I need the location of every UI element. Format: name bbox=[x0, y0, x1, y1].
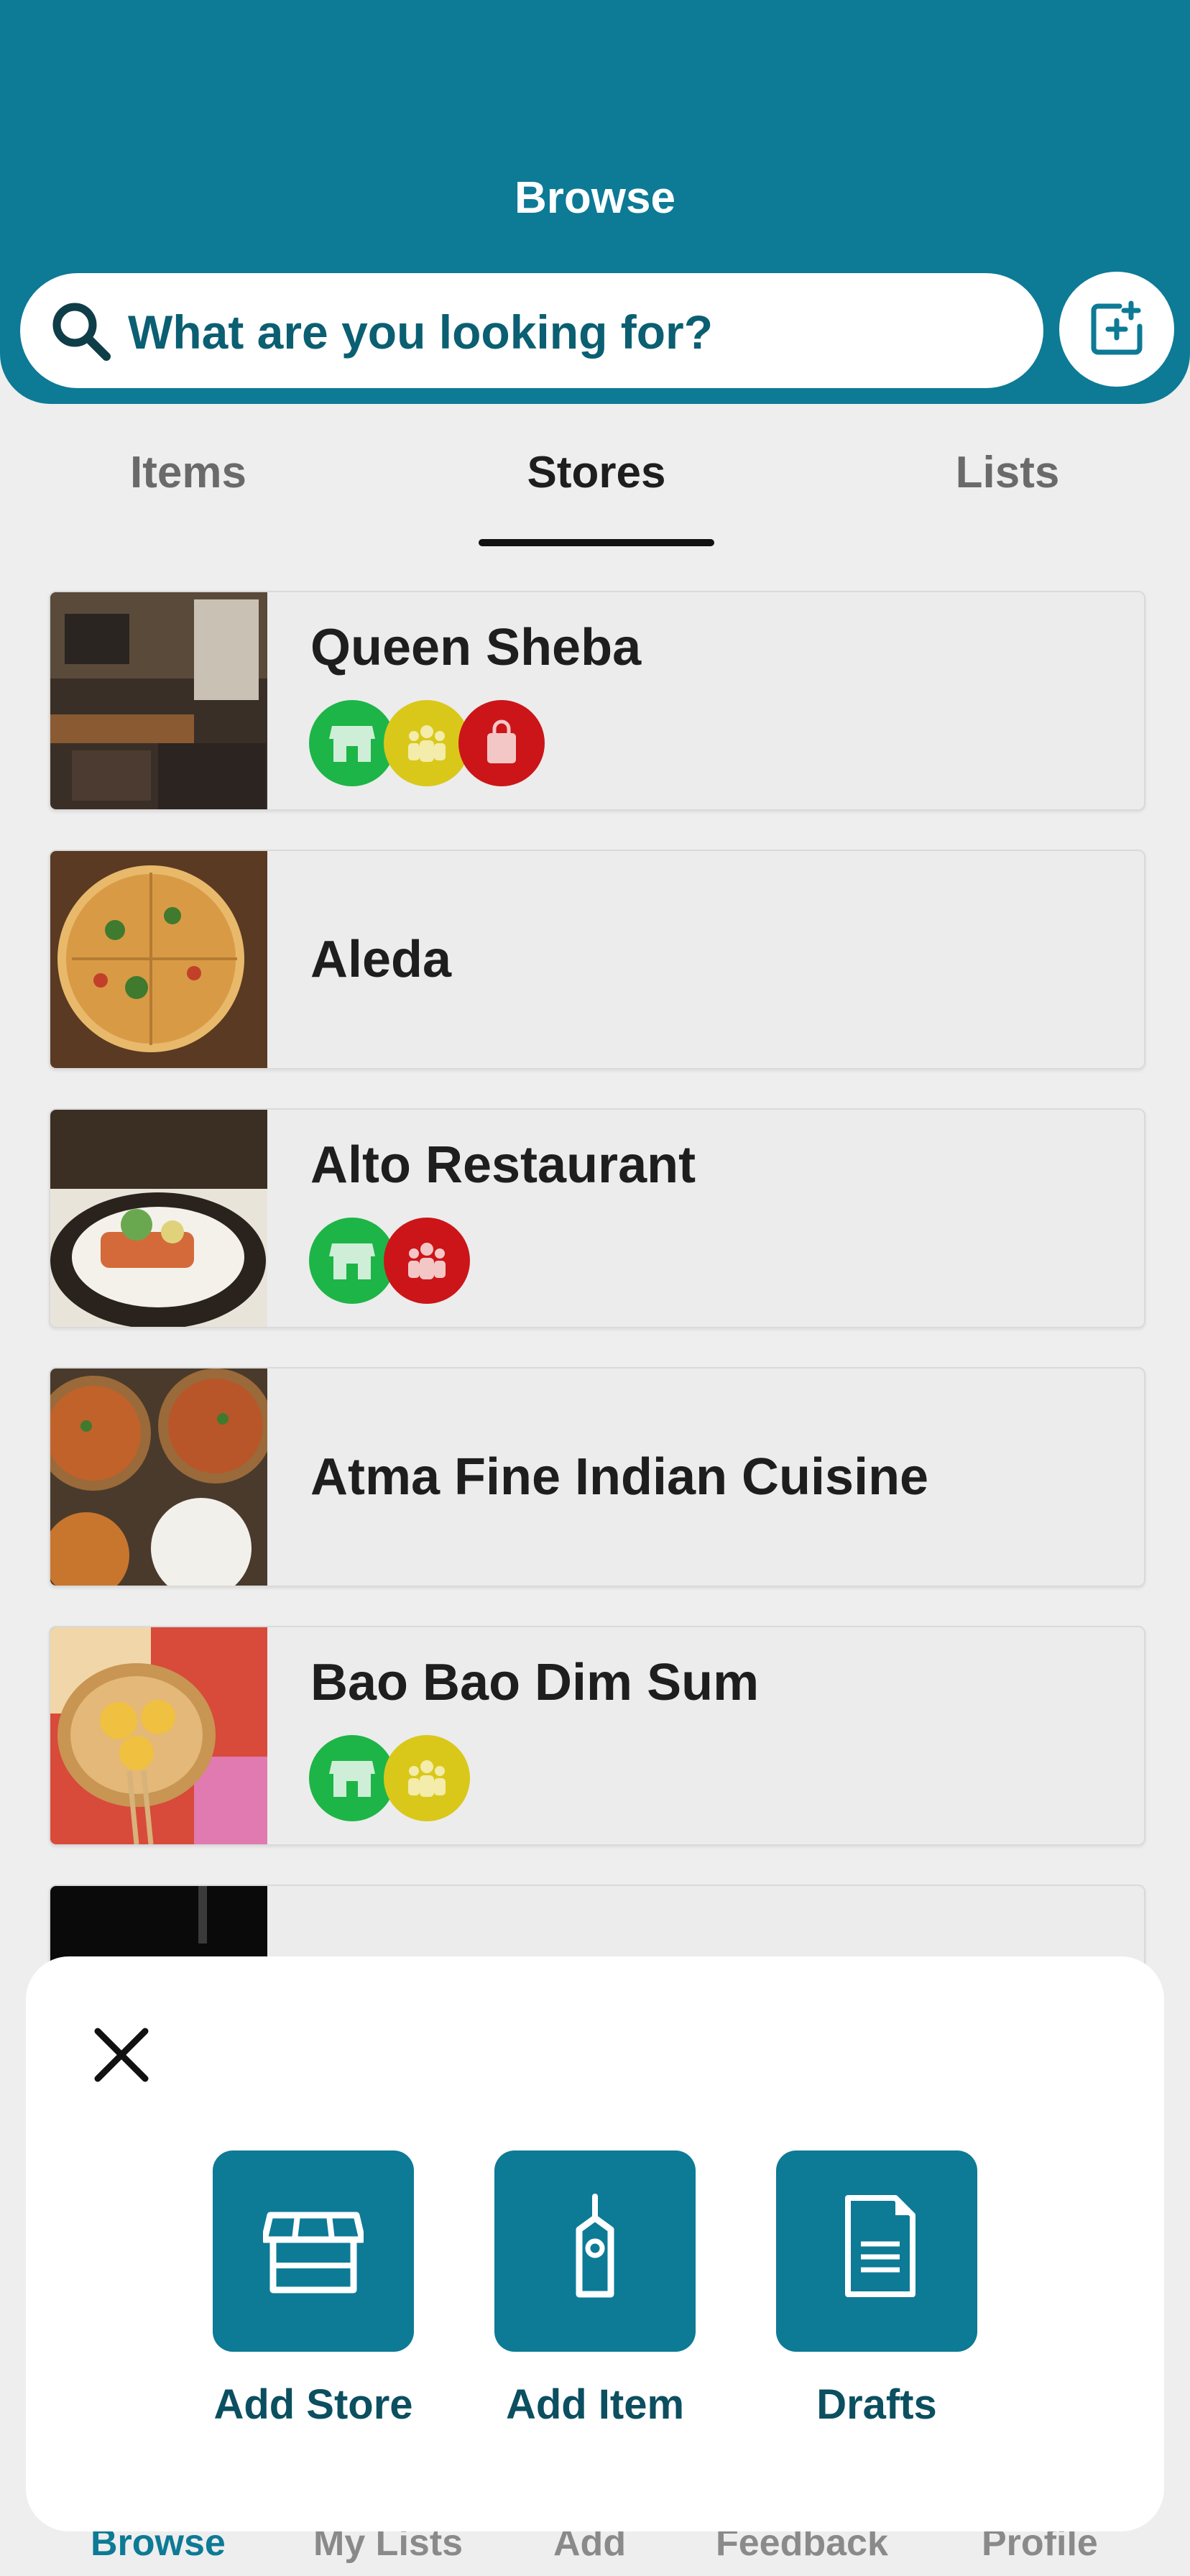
store-card[interactable]: Aleda bbox=[49, 850, 1145, 1070]
store-name: Alto Restaurant bbox=[310, 1136, 696, 1194]
document-icon bbox=[845, 2195, 915, 2297]
group-badge bbox=[384, 1735, 470, 1821]
group-icon bbox=[408, 1760, 446, 1797]
add-square-icon bbox=[1091, 300, 1143, 355]
search-input[interactable]: What are you looking for? bbox=[20, 273, 1043, 388]
storefront-badge bbox=[309, 1218, 395, 1304]
storefront-icon bbox=[329, 1243, 375, 1279]
tab-items[interactable]: Items bbox=[45, 447, 332, 498]
group-badge bbox=[384, 700, 470, 786]
header-bar: Browse What are you looking for? bbox=[0, 0, 1190, 404]
store-name: Atma Fine Indian Cuisine bbox=[310, 1448, 929, 1506]
drafts-tile[interactable] bbox=[776, 2150, 977, 2352]
store-photo bbox=[50, 592, 267, 809]
bag-badge bbox=[458, 700, 545, 786]
store-name: Bao Bao Dim Sum bbox=[310, 1654, 760, 1711]
add-store-tile[interactable] bbox=[213, 2150, 414, 2352]
add-item-tile[interactable] bbox=[494, 2150, 696, 2352]
add-item-button[interactable]: Add Item bbox=[494, 2150, 696, 2429]
drafts-button[interactable]: Drafts bbox=[776, 2150, 977, 2429]
store-photo bbox=[50, 1368, 267, 1586]
drafts-label: Drafts bbox=[816, 2381, 937, 2428]
store-card[interactable]: Alto Restaurant bbox=[49, 1108, 1145, 1328]
close-icon[interactable] bbox=[89, 2023, 154, 2087]
storefront-icon bbox=[329, 1761, 375, 1797]
store-photo bbox=[50, 851, 267, 1068]
store-photo bbox=[50, 1627, 267, 1844]
store-card[interactable]: Bao Bao Dim Sum bbox=[49, 1626, 1145, 1846]
tag-icon bbox=[576, 2194, 614, 2298]
bottom-nav: Browse My Lists Add Feedback Profile bbox=[0, 2522, 1190, 2576]
group-icon bbox=[408, 1243, 446, 1279]
tab-stores[interactable]: Stores bbox=[453, 447, 740, 498]
add-action-sheet: Add Store Add Item Drafts bbox=[26, 1956, 1164, 2531]
search-icon bbox=[52, 303, 111, 361]
active-tab-indicator bbox=[479, 539, 714, 546]
add-item-label: Add Item bbox=[505, 2381, 685, 2428]
store-photo bbox=[50, 1110, 267, 1327]
search-placeholder: What are you looking for? bbox=[128, 305, 714, 359]
store-card[interactable]: Queen Sheba bbox=[49, 591, 1145, 811]
store-name: Queen Sheba bbox=[310, 619, 642, 676]
tab-bar: Items Stores Lists bbox=[0, 431, 1190, 553]
store-card[interactable]: Atma Fine Indian Cuisine bbox=[49, 1367, 1145, 1587]
store-name: Aleda bbox=[310, 931, 452, 988]
storefront-badge bbox=[309, 700, 395, 786]
storefront-badge bbox=[309, 1735, 395, 1821]
storefront-icon bbox=[329, 726, 375, 762]
add-store-button[interactable]: Add Store bbox=[213, 2150, 414, 2429]
tab-lists[interactable]: Lists bbox=[864, 447, 1151, 498]
bag-icon bbox=[487, 719, 516, 763]
group-icon bbox=[408, 725, 446, 762]
storefront-icon bbox=[263, 2212, 364, 2294]
add-list-button[interactable] bbox=[1059, 272, 1174, 387]
add-store-label: Add Store bbox=[213, 2381, 413, 2428]
page-title: Browse bbox=[515, 173, 675, 223]
group-badge bbox=[384, 1218, 470, 1304]
